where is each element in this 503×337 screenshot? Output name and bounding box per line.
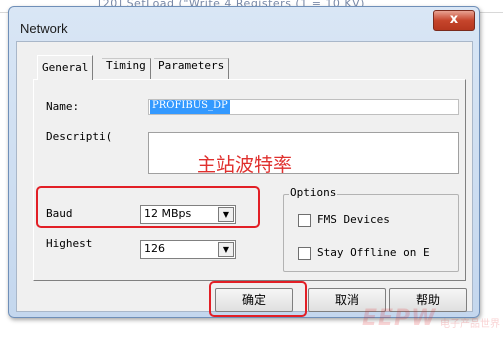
close-button[interactable]: x — [433, 10, 475, 31]
baud-select[interactable]: 12 MBps ▼ — [140, 205, 236, 224]
network-dialog: Network x General Timing Parameters Name… — [8, 6, 480, 318]
fms-devices-checkbox[interactable] — [298, 214, 311, 227]
tab-timing[interactable]: Timing — [102, 58, 151, 79]
fms-devices-label: FMS Devices — [317, 213, 390, 226]
dialog-client-area: General Timing Parameters Name: PROFIBUS… — [16, 41, 473, 317]
watermark-logo: EEPW — [362, 306, 437, 331]
options-groupbox — [283, 194, 459, 272]
baud-select-value: 12 MBps — [144, 207, 192, 220]
tab-general[interactable]: General — [37, 55, 94, 80]
close-icon: x — [449, 12, 459, 27]
highest-select[interactable]: 126 ▼ — [140, 240, 236, 259]
baud-label: Baud — [46, 207, 73, 220]
description-label: Descripti( — [46, 130, 113, 143]
description-input[interactable] — [148, 132, 459, 174]
name-label: Name: — [46, 100, 80, 113]
tab-general-label: General — [42, 61, 89, 74]
highest-select-value: 126 — [144, 242, 165, 255]
cancel-button-label: 取消 — [334, 293, 359, 307]
stay-offline-label: Stay Offline on E — [317, 246, 430, 259]
stay-offline-checkbox[interactable] — [298, 247, 311, 260]
help-button-label: 帮助 — [415, 293, 440, 307]
tab-timing-label: Timing — [106, 59, 146, 72]
name-input[interactable]: PROFIBUS_DP — [148, 99, 459, 115]
name-input-value: PROFIBUS_DP — [150, 100, 230, 114]
ok-button[interactable]: 确定 — [215, 288, 293, 312]
tab-parameters[interactable]: Parameters — [154, 58, 230, 79]
title-bar[interactable]: Network x — [9, 7, 479, 41]
options-title: Options — [289, 186, 338, 199]
window-title: Network — [20, 21, 68, 36]
highest-label: Highest — [46, 237, 93, 250]
watermark-subtext: 电子产品世界 — [440, 319, 500, 330]
chevron-down-icon[interactable]: ▼ — [218, 207, 234, 222]
chevron-down-icon[interactable]: ▼ — [218, 242, 234, 257]
ok-button-label: 确定 — [241, 293, 266, 307]
annotation-text: 主站波特率 — [197, 154, 293, 176]
tab-parameters-label: Parameters — [158, 59, 225, 72]
